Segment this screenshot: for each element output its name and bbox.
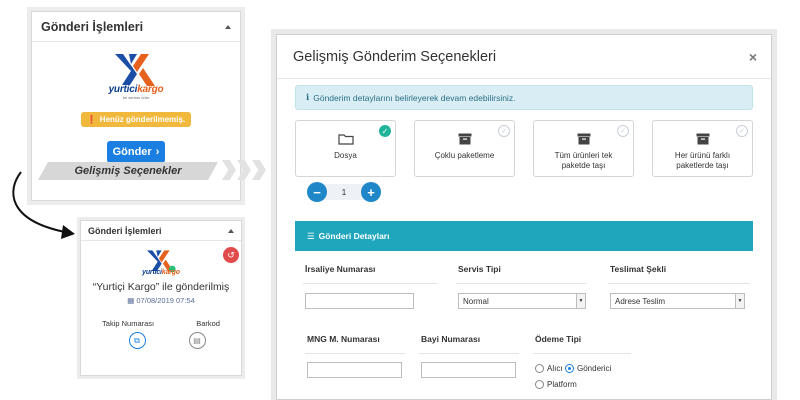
radio-button[interactable] [565, 364, 574, 373]
send-button[interactable]: Gönder › [107, 141, 165, 163]
check-icon: ✓ [736, 125, 748, 137]
panel-header: Gönderi İşlemleri [81, 221, 241, 241]
sent-date: ▦ 07/08/2019 07:54 [127, 296, 195, 305]
yurtici-kargo-logo: yurticikargo [81, 249, 241, 276]
folder-icon [337, 133, 354, 147]
copy-icon: ⧉ [134, 335, 140, 345]
close-icon[interactable]: × [749, 49, 757, 65]
panel-title: Gönderi İşlemleri [41, 19, 144, 34]
barcode-button[interactable]: ▤ [188, 332, 206, 349]
action-labels: Takip Numarası Barkod [81, 319, 241, 328]
bayi-label: Bayi Numarası [421, 334, 481, 344]
collapse-icon[interactable] [228, 228, 234, 233]
list-icon: ☰ [307, 230, 315, 241]
quantity-stepper: − 1 + [307, 182, 381, 202]
info-alert: ℹ Gönderim detaylarını belirleyerek deva… [295, 85, 753, 110]
info-text: Gönderim detaylarını belirleyerek devam … [313, 92, 516, 103]
odeme-label: Ödeme Tipi [535, 334, 582, 344]
advanced-options-label: Gelişmiş Seçenekler [74, 165, 182, 177]
undo-icon: ↺ [227, 249, 235, 260]
panel-title: Gönderi İşlemleri [88, 225, 162, 236]
barcode-label: Barkod [196, 319, 220, 328]
option-label: Tüm ürünleri tek paketde taşı [554, 151, 613, 170]
odeme-radio-gonderici[interactable]: Gönderici [565, 364, 611, 373]
shipment-panel-sent: Gönderi İşlemleri ↺ yurticikargo “Yurtiç… [80, 220, 242, 376]
option-label: Dosya [334, 151, 357, 160]
curved-arrow-icon [12, 171, 75, 239]
decrement-button[interactable]: − [307, 182, 327, 202]
option-label: Her ürünü farklı paketlerde taşı [674, 151, 731, 170]
status-badge: ❗ Henüz gönderilmemiş. [81, 112, 191, 127]
mng-input[interactable] [307, 362, 402, 378]
odeme-radio-alici[interactable]: Alıcı [535, 364, 563, 373]
bayi-input[interactable] [421, 362, 516, 378]
increment-button[interactable]: + [361, 182, 381, 202]
radio-button[interactable] [535, 380, 544, 389]
check-icon: ✓ [498, 125, 510, 137]
option-label: Çoklu paketleme [434, 151, 495, 160]
irsaliye-input[interactable] [305, 293, 414, 309]
check-icon: ✓ [617, 125, 629, 137]
yurtici-logo-mark-icon [115, 54, 155, 86]
tracking-label: Takip Numarası [102, 319, 155, 328]
mng-label: MNG M. Numarası [307, 334, 380, 344]
modal-header: Gelişmiş Gönderim Seçenekleri × [277, 35, 771, 79]
logo-text: yurticikargo [108, 84, 164, 95]
info-icon: ℹ [306, 92, 310, 102]
option-card-farkli-paketler[interactable]: ✓ Her ürünü farklı paketlerde taşı [652, 120, 753, 177]
option-card-tek-paket[interactable]: ✓ Tüm ürünleri tek paketde taşı [533, 120, 634, 177]
teslimat-select[interactable]: Adrese Teslim ▼ [610, 293, 745, 309]
servis-select[interactable]: Normal ▼ [458, 293, 586, 309]
check-icon: ✓ [379, 125, 391, 137]
teslimat-label: Teslimat Şekli [610, 264, 667, 274]
box-icon [696, 133, 710, 147]
teslimat-select-value: Adrese Teslim [615, 296, 666, 306]
yurtici-kargo-logo: yurticikargo bir serinin ürün [32, 52, 240, 100]
action-buttons: ⧉ ▤ [81, 332, 241, 349]
copy-tracking-button[interactable]: ⧉ [128, 332, 146, 349]
radio-label: Alıcı [547, 364, 563, 373]
section-header: ☰ Gönderi Detayları [295, 221, 753, 251]
modal-title: Gelişmiş Gönderim Seçenekleri [293, 48, 497, 65]
warning-icon: ❗ [86, 115, 97, 124]
chevron-arrows-icon [222, 160, 266, 180]
radio-label: Platform [547, 380, 577, 389]
logo-text: yurticikargo [142, 269, 180, 276]
barcode-icon: ▤ [193, 336, 201, 345]
sent-status-text: “Yurtiçi Kargo” ile gönderilmiş [92, 281, 230, 293]
chevron-down-icon: ▼ [576, 294, 585, 308]
radio-button[interactable] [535, 364, 544, 373]
send-button-label: Gönder [112, 146, 152, 158]
chevron-right-icon: › [155, 146, 160, 158]
option-card-dosya[interactable]: ✓ Dosya [295, 120, 396, 177]
collapse-icon[interactable] [225, 24, 231, 29]
logo-subtext: bir serinin ürün [122, 95, 150, 100]
calendar-icon: ▦ [127, 296, 135, 305]
panel-header: Gönderi İşlemleri [32, 12, 240, 42]
advanced-shipping-modal: Gelişmiş Gönderim Seçenekleri × ℹ Gönder… [276, 34, 772, 400]
radio-label: Gönderici [577, 364, 612, 373]
status-badge-text: Henüz gönderilmemiş. [99, 115, 186, 124]
box-icon [458, 133, 472, 147]
chevron-down-icon: ▼ [735, 294, 744, 308]
option-card-coklu-paketleme[interactable]: ✓ Çoklu paketleme [414, 120, 515, 177]
cancel-shipment-button[interactable]: ↺ [223, 247, 239, 263]
odeme-radio-platform[interactable]: Platform [535, 380, 577, 389]
irsaliye-label: İrsaliye Numarası [305, 264, 376, 274]
servis-select-value: Normal [463, 296, 489, 306]
servis-label: Servis Tipi [458, 264, 501, 274]
box-icon [577, 133, 591, 147]
section-title: Gönderi Detayları [318, 231, 390, 241]
